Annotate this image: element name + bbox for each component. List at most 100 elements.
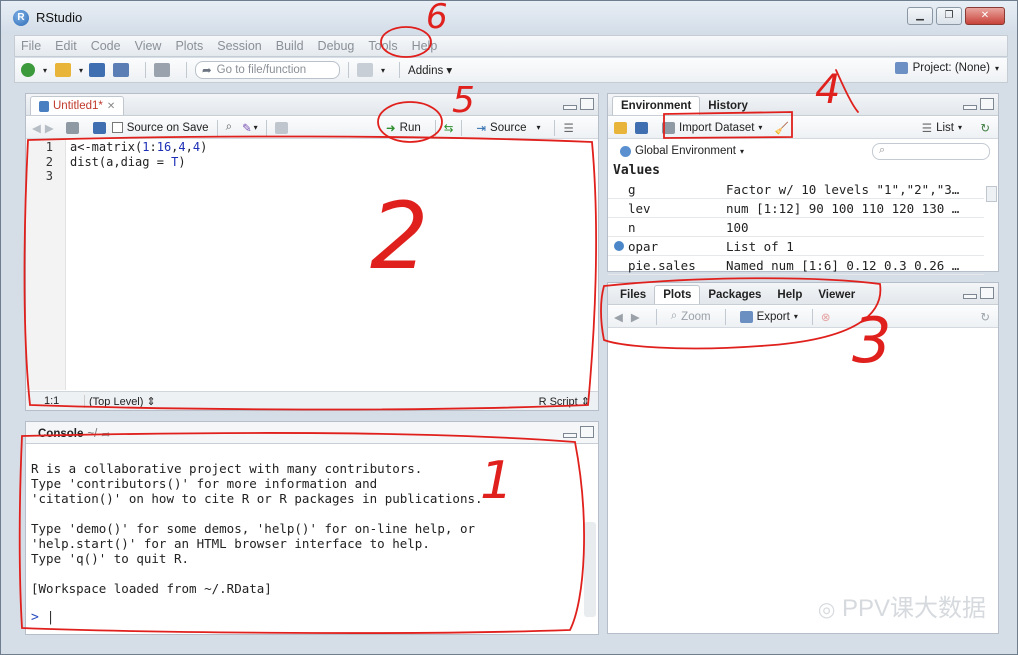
- env-row[interactable]: n 100: [608, 218, 984, 237]
- environment-tabs: Environment History: [608, 94, 998, 116]
- tab-help[interactable]: Help: [769, 285, 810, 304]
- rerun-icon[interactable]: ⇆: [444, 121, 454, 135]
- menu-plots[interactable]: Plots: [175, 39, 203, 53]
- back-arrow-icon[interactable]: ◀: [32, 121, 41, 135]
- open-folder-icon[interactable]: [614, 121, 627, 134]
- show-in-window-icon[interactable]: [65, 121, 79, 134]
- minimize-pane-button[interactable]: [963, 105, 977, 110]
- save-icon[interactable]: [92, 121, 106, 134]
- tab-untitled1[interactable]: Untitled1* ✕: [30, 96, 125, 115]
- goto-arrow-icon: ➦: [202, 65, 212, 77]
- maximize-pane-button[interactable]: [980, 287, 994, 299]
- view-mode-selector[interactable]: ☰ List ▾: [916, 119, 968, 137]
- project-label: Project: (None): [912, 62, 990, 74]
- divider: [399, 62, 401, 78]
- forward-arrow-icon[interactable]: ▶: [631, 310, 640, 324]
- vertical-splitter[interactable]: [600, 93, 606, 635]
- maximize-pane-button[interactable]: [580, 98, 594, 110]
- minimize-pane-button[interactable]: [963, 294, 977, 299]
- tab-console[interactable]: Console ~/ ➦: [30, 424, 119, 443]
- export-label: Export: [756, 310, 790, 323]
- search-icon[interactable]: ⌕: [226, 121, 232, 134]
- editor-status-bar: 1:1 (Top Level) ⇕ R Script ⇕: [26, 391, 598, 410]
- menu-code[interactable]: Code: [91, 39, 121, 53]
- open-folder-icon[interactable]: [55, 63, 72, 77]
- grid-layout-icon[interactable]: [357, 63, 374, 77]
- menu-edit[interactable]: Edit: [55, 39, 77, 53]
- chevron-down-icon[interactable]: ▾: [43, 66, 47, 75]
- source-pane: Untitled1* ✕ ◀ ▶ Source on Save ⌕ ✎ ▾ ➜: [25, 93, 599, 411]
- maximize-pane-button[interactable]: [580, 426, 594, 438]
- go-to-directory-icon[interactable]: ➦: [101, 427, 111, 441]
- console-line: R is a collaborative project with many c…: [31, 461, 423, 476]
- zoom-button[interactable]: ⌕ Zoom: [665, 308, 717, 326]
- tab-history[interactable]: History: [700, 96, 756, 115]
- horizontal-splitter[interactable]: [25, 412, 599, 420]
- goto-file-input[interactable]: ➦ Go to file/function: [195, 61, 341, 79]
- expand-icon[interactable]: [614, 241, 624, 251]
- maximize-pane-button[interactable]: [980, 98, 994, 110]
- restore-button[interactable]: ❐: [936, 7, 962, 25]
- env-row[interactable]: lev num [1:12] 90 100 110 120 130 …: [608, 199, 984, 218]
- new-file-icon[interactable]: [21, 63, 35, 77]
- broom-icon[interactable]: 🧹: [774, 121, 788, 135]
- code-editor[interactable]: a<-matrix(1:16,4,4) dist(a,diag = T): [70, 140, 207, 184]
- export-button[interactable]: Export ▾: [734, 308, 804, 326]
- source-button[interactable]: ⇥ Source ▾: [470, 119, 546, 137]
- environment-search-input[interactable]: ⌕: [872, 142, 990, 160]
- tab-plots[interactable]: Plots: [654, 285, 701, 304]
- refresh-icon[interactable]: ↻: [980, 310, 990, 324]
- tab-files[interactable]: Files: [612, 285, 654, 304]
- console-scrollbar[interactable]: [584, 522, 596, 617]
- source-tabs: Untitled1* ✕: [26, 94, 598, 116]
- menu-help[interactable]: Help: [412, 39, 438, 53]
- source-on-save-checkbox[interactable]: [111, 122, 123, 133]
- tab-packages[interactable]: Packages: [700, 285, 769, 304]
- forward-arrow-icon[interactable]: ▶: [45, 121, 54, 135]
- project-menu[interactable]: Project: (None) ▾: [894, 62, 999, 74]
- outline-icon[interactable]: ☰: [563, 121, 573, 135]
- menu-debug[interactable]: Debug: [318, 39, 355, 53]
- goto-placeholder: Go to file/function: [216, 64, 307, 76]
- minimize-button[interactable]: ▁: [907, 7, 933, 25]
- save-all-icon[interactable]: [113, 63, 130, 77]
- env-row[interactable]: opar List of 1: [608, 237, 984, 256]
- import-dataset-button[interactable]: Import Dataset ▾: [656, 119, 768, 137]
- env-row[interactable]: g Factor w/ 10 levels "1","2","3…: [608, 180, 984, 199]
- addins-menu[interactable]: Addins ▾: [408, 63, 452, 77]
- environment-scope-selector[interactable]: Global Environment ▾: [614, 142, 750, 160]
- menu-view[interactable]: View: [135, 39, 162, 53]
- console-input[interactable]: > |: [31, 610, 54, 625]
- scope-selector[interactable]: (Top Level) ⇕: [84, 394, 156, 408]
- refresh-icon[interactable]: ↻: [980, 121, 990, 135]
- tab-viewer[interactable]: Viewer: [810, 285, 863, 304]
- env-name: n: [628, 219, 636, 235]
- remove-plot-icon[interactable]: ⊗: [821, 310, 831, 324]
- tab-environment[interactable]: Environment: [612, 96, 701, 115]
- compile-report-icon[interactable]: [274, 121, 288, 134]
- env-row[interactable]: pie.sales Named num [1:6] 0.12 0.3 0.26 …: [608, 256, 984, 275]
- menu-session[interactable]: Session: [217, 39, 261, 53]
- menu-file[interactable]: File: [21, 39, 41, 53]
- menu-tools[interactable]: Tools: [368, 39, 397, 53]
- environment-values-grid: g Factor w/ 10 levels "1","2","3… lev nu…: [608, 180, 998, 275]
- minimize-pane-button[interactable]: [563, 433, 577, 438]
- export-icon: [739, 310, 753, 323]
- magic-wand-icon[interactable]: ✎: [242, 121, 252, 135]
- chevron-down-icon[interactable]: ▾: [381, 66, 385, 75]
- environment-scrollbar[interactable]: [986, 186, 997, 202]
- menu-build[interactable]: Build: [276, 39, 304, 53]
- save-icon[interactable]: [635, 121, 648, 134]
- filetype-selector[interactable]: R Script ⇕: [539, 395, 590, 408]
- line-number: 1: [45, 140, 53, 154]
- chevron-down-icon[interactable]: ▾: [254, 123, 258, 132]
- save-icon[interactable]: [89, 63, 106, 77]
- back-arrow-icon[interactable]: ◀: [614, 310, 623, 324]
- close-tab-icon[interactable]: ✕: [107, 101, 115, 112]
- close-button[interactable]: ✕: [965, 7, 1005, 25]
- minimize-pane-button[interactable]: [563, 105, 577, 110]
- chevron-down-icon[interactable]: ▾: [79, 66, 83, 75]
- print-icon[interactable]: [154, 63, 171, 77]
- run-button[interactable]: ➜ Run: [380, 119, 427, 137]
- env-value: num [1:12] 90 100 110 120 130 …: [726, 200, 960, 216]
